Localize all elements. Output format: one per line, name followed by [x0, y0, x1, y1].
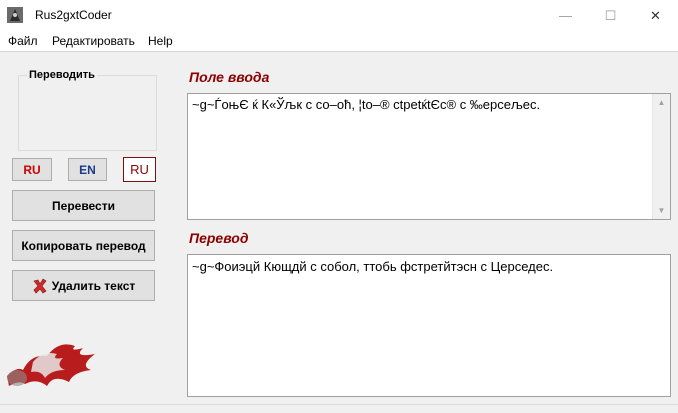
output-section-title: Перевод: [189, 230, 249, 246]
menu-edit[interactable]: Редактировать: [52, 34, 135, 48]
input-section-title: Поле ввода: [189, 69, 270, 85]
translate-groupbox: Переводить: [18, 69, 157, 151]
scroll-down-icon[interactable]: ▼: [653, 202, 670, 219]
clear-text-button[interactable]: Удалить текст: [12, 270, 155, 301]
close-button[interactable]: ✕: [633, 0, 678, 31]
scroll-up-icon[interactable]: ▲: [653, 94, 670, 111]
red-x-icon: [33, 278, 47, 293]
menu-help[interactable]: Help: [148, 34, 173, 48]
minimize-button[interactable]: —: [543, 0, 588, 31]
app-logo-icon: [7, 7, 23, 23]
menu-file[interactable]: Файл: [8, 34, 38, 48]
window-title: Rus2gxtCoder: [35, 8, 112, 22]
input-text: ~g~ЃоњЄ ќ К«Ўљк с со–оћ, ¦to–® ctpetќtЄc…: [192, 97, 541, 112]
output-textarea[interactable]: ~g~Фоиэцй Кющдй с собол, ттобь фстретйтэ…: [187, 254, 671, 397]
current-lang-indicator[interactable]: RU: [123, 157, 156, 182]
lang-en-button[interactable]: EN: [68, 158, 107, 181]
title-bar: Rus2gxtCoder — ☐ ✕: [0, 0, 678, 31]
menu-bar: Файл Редактировать Help: [0, 31, 678, 52]
flame-logo-icon: [7, 344, 95, 386]
input-textarea[interactable]: ~g~ЃоњЄ ќ К«Ўљк с со–оћ, ¦to–® ctpetќtЄc…: [187, 93, 671, 220]
groupbox-label: Переводить: [27, 69, 97, 81]
translate-button[interactable]: Перевести: [12, 190, 155, 221]
output-text: ~g~Фоиэцй Кющдй с собол, ттобь фстретйтэ…: [192, 259, 554, 274]
maximize-button[interactable]: ☐: [588, 0, 633, 31]
clear-text-label: Удалить текст: [51, 278, 136, 293]
copy-translation-button[interactable]: Копировать перевод: [12, 230, 155, 261]
input-scrollbar[interactable]: ▲ ▼: [652, 94, 670, 219]
lang-ru-button[interactable]: RU: [12, 158, 52, 181]
